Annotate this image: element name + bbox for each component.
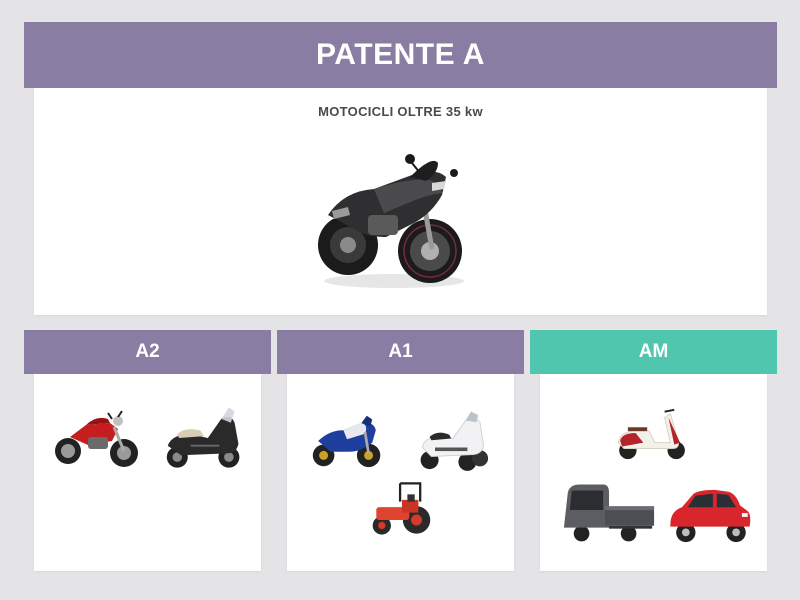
category-a2-header[interactable]: A2 (24, 330, 271, 374)
patente-a-card: MOTOCICLI OLTRE 35 kw (34, 88, 767, 315)
naked-motorcycle-image (55, 410, 138, 467)
page-title: PATENTE A (316, 38, 485, 71)
ape-three-wheeler-image (563, 484, 655, 542)
category-am-label: AM (638, 341, 669, 362)
category-a1-label: A1 (388, 341, 413, 362)
category-a2-label: A2 (135, 341, 160, 362)
microcar-image (670, 489, 751, 543)
tractor-image (372, 482, 431, 535)
category-a1-header[interactable]: A1 (277, 330, 524, 374)
category-am-header[interactable]: AM (530, 330, 777, 374)
category-a2-card (34, 374, 261, 571)
category-am-card (540, 374, 767, 571)
maxi-scooter-image (166, 407, 240, 468)
category-a1-card (287, 374, 514, 571)
sport-motorcycle-image (318, 154, 464, 288)
sport-motorcycle-blue-image (312, 415, 381, 468)
vespa-scooter-image (617, 408, 685, 460)
page: PATENTE A MOTOCICLI OLTRE 35 kw A2 A1 AM (0, 0, 800, 600)
patente-a-header: PATENTE A (24, 22, 777, 88)
three-wheel-scooter-image (420, 411, 489, 471)
patente-a-subtitle: MOTOCICLI OLTRE 35 kw (318, 104, 483, 119)
